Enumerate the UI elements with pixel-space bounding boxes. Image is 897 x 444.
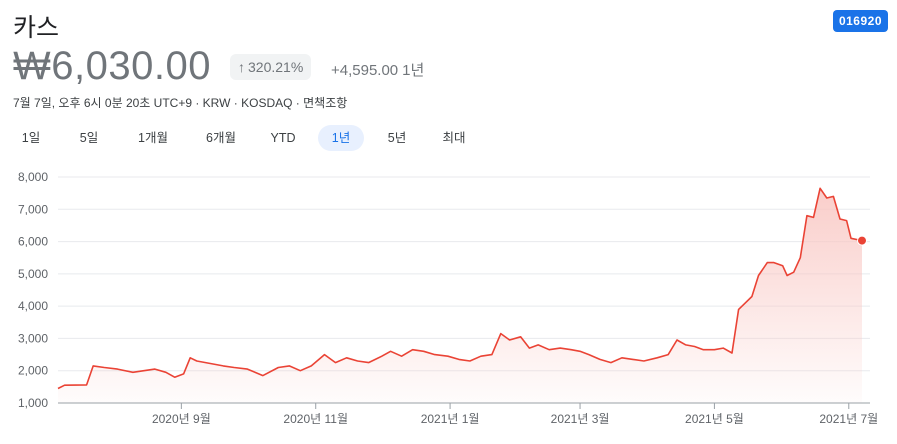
tab-1y[interactable]: 1년 [318,125,364,151]
current-price: ₩6,030.00 [13,44,211,88]
change-period: 1년 [402,62,425,79]
tab-max[interactable]: 최대 [434,125,474,151]
arrow-up-icon: ↑ [238,59,245,75]
quote-header: 카스 016920 ₩6,030.00 ↑ 320.21% +4,595.00 1년… [13,8,888,120]
y-tick-label: 5,000 [18,267,48,281]
y-tick-label: 3,000 [18,331,48,345]
tab-6m[interactable]: 6개월 [195,125,247,151]
x-tick-label: 2020년 11월 [283,412,348,426]
y-tick-label: 7,000 [18,202,48,216]
tab-5y[interactable]: 5년 [379,125,415,151]
price-chart[interactable]: 1,000 2,000 3,000 4,000 5,000 6,000 7,000 8,000… [0,160,897,444]
x-tick-label: 2021년 5월 [685,412,744,426]
x-tick-label: 2020년 9월 [152,412,211,426]
change-percent: 320.21% [248,59,304,75]
ticker-badge[interactable]: 016920 [832,10,888,32]
range-tabs: 1일 5일 1개월 6개월 YTD 1년 5년 최대 [13,125,513,151]
change-absolute: +4,595.00 1년 [331,59,424,80]
quote-meta: 7월 7일, 오후 6시 0분 20초 UTC+9 · KRW · KOSDAQ… [13,96,348,110]
x-tick-label: 2021년 1월 [421,412,480,426]
change-amount: +4,595.00 [331,62,399,79]
y-tick-label: 8,000 [18,170,48,184]
tab-1m[interactable]: 1개월 [127,125,179,151]
y-tick-label: 6,000 [18,235,48,249]
last-price-marker [857,235,867,246]
y-tick-label: 4,000 [18,299,48,313]
x-tick-label: 2021년 7월 [819,412,878,426]
tab-ytd[interactable]: YTD [263,125,303,151]
change-percent-badge: ↑ 320.21% [230,54,312,80]
tab-1d[interactable]: 1일 [13,125,49,151]
tab-5d[interactable]: 5일 [71,125,107,151]
y-tick-label: 1,000 [18,396,48,410]
y-tick-label: 2,000 [18,364,48,378]
stock-name: 카스 [13,14,60,42]
x-tick-label: 2021년 3월 [551,412,610,426]
